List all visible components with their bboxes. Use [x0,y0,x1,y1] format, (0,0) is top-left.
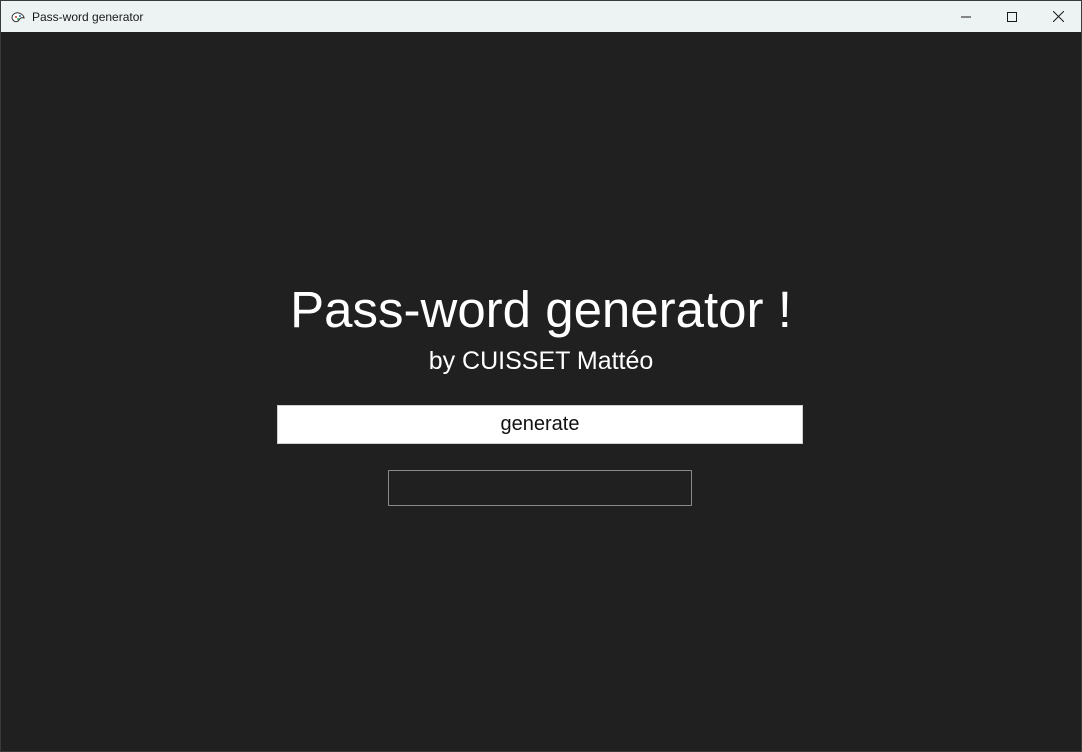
title-bar[interactable]: Pass-word generator [1,1,1081,32]
maximize-icon [1007,11,1017,22]
author-subtitle: by CUISSET Mattéo [428,347,654,375]
app-icon [11,11,25,22]
window-title: Pass-word generator [32,9,144,24]
maximize-button[interactable] [989,1,1035,32]
password-output-field[interactable] [388,470,692,506]
main-content: Pass-word generator ! by CUISSET Mattéo … [1,32,1081,751]
page-title: Pass-word generator ! [290,281,792,338]
minimize-icon [961,16,971,17]
minimize-button[interactable] [943,1,989,32]
window-controls [943,1,1081,32]
close-icon [1052,11,1064,22]
app-window: Pass-word generator Pass-word generator [0,0,1082,752]
generate-button[interactable]: generate [277,405,803,444]
close-button[interactable] [1035,1,1081,32]
